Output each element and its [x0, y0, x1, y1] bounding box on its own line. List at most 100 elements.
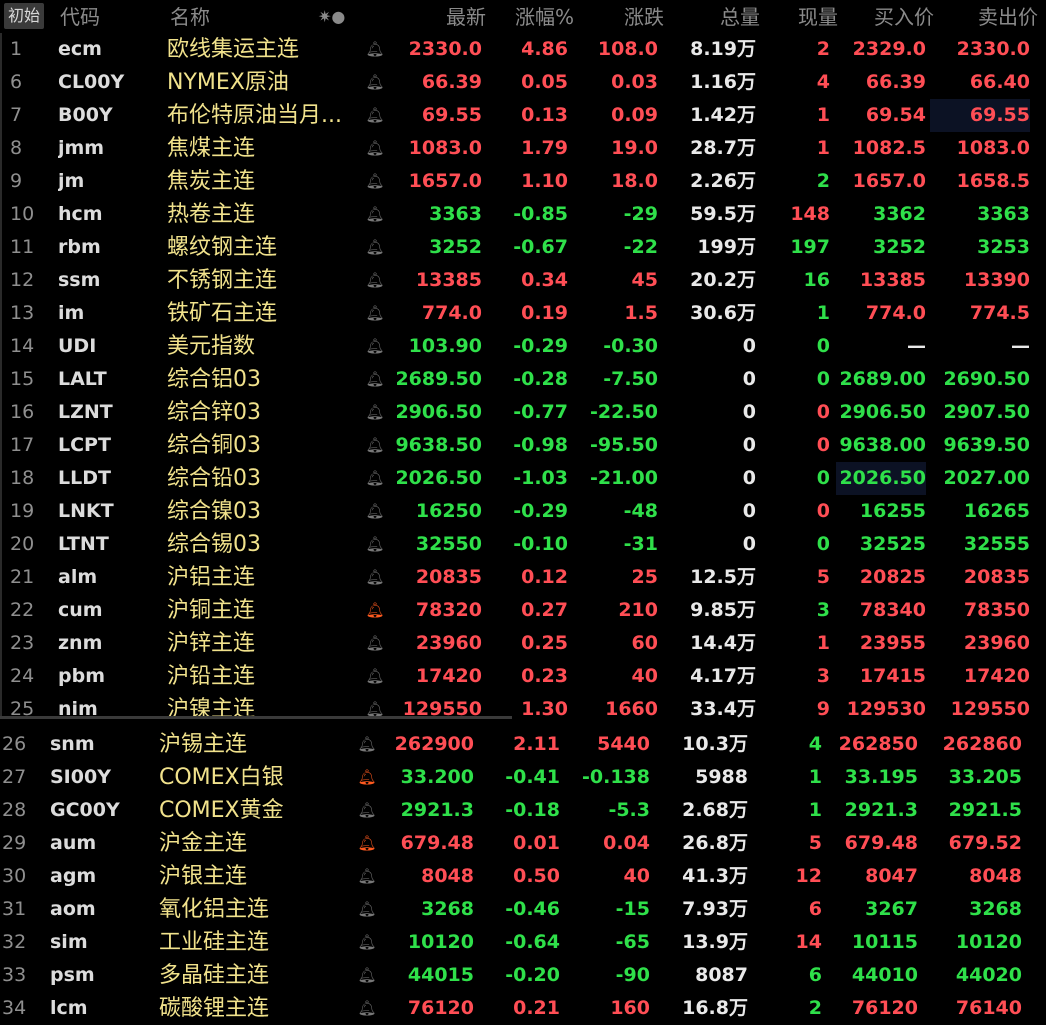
table-row[interactable]: 15 LALT 综合铝03 2689.50 -0.28 -7.50 0 0 2689.00 269…	[0, 363, 1046, 396]
table-row[interactable]: 1 ecm 欧线集运主连 2330.0 4.86 108.0 8.19万 2 2329.0 233…	[0, 33, 1046, 66]
header-last[interactable]: 最新	[380, 0, 486, 33]
table-row[interactable]: 24 pbm 沪铅主连 17420 0.23 40 4.17万 3 17415 17420 🔔︎	[0, 660, 1046, 693]
bell-icon[interactable]: 🔔︎	[356, 926, 378, 959]
bell-icon[interactable]: 🔔︎	[364, 264, 386, 297]
bell-icon[interactable]: 🔔︎	[364, 99, 386, 132]
table-row[interactable]: 34 lcm 碳酸锂主连 76120 0.21 160 16.8万 2 76120 76140 🔔︎	[0, 992, 1046, 1025]
bell-icon[interactable]: 🔔︎	[364, 363, 386, 396]
table-row[interactable]: 12 ssm 不锈钢主连 13385 0.34 45 20.2万 16 13385 13390 🔔︎	[0, 264, 1046, 297]
row-chg: 0.04	[603, 832, 650, 854]
row-pct: -0.98	[513, 434, 568, 456]
row-pct: 0.05	[521, 71, 568, 93]
bell-icon[interactable]: 🔔︎	[364, 693, 386, 726]
table-row[interactable]: 7 B00Y 布伦特原油当月... 69.55 0.13 0.09 1.42万 1 69.54 6…	[0, 99, 1046, 132]
table-row[interactable]: 22 cum 沪铜主连 78320 0.27 210 9.85万 3 78340 78350 🔔︎	[0, 594, 1046, 627]
bell-icon[interactable]: 🔔︎	[364, 198, 386, 231]
row-cur: 6	[808, 898, 822, 920]
row-vol: 26.8万	[682, 832, 748, 854]
row-name: NYMEX原油	[167, 70, 289, 95]
row-pct: 0.34	[521, 269, 568, 291]
bell-icon[interactable]: 🔔︎	[356, 893, 378, 926]
bell-icon[interactable]: 🔔︎	[364, 594, 386, 627]
row-ask: 2907.50	[943, 401, 1030, 423]
row-ask: 2921.5	[948, 799, 1022, 821]
table-row[interactable]: 28 GC00Y COMEX黄金 2921.3 -0.18 -5.3 2.68万 1 2921.…	[0, 794, 1046, 827]
table-row[interactable]: 32 sim 工业硅主连 10120 -0.64 -65 13.9万 14 10115 10120…	[0, 926, 1046, 959]
table-row[interactable]: 25 nim 沪镍主连 129550 1.30 1660 33.4万 9 129530 12955…	[0, 693, 1046, 726]
bell-icon[interactable]: 🔔︎	[364, 660, 386, 693]
table-row[interactable]: 20 LTNT 综合锡03 32550 -0.10 -31 0 0 32525 32555 🔔︎	[0, 528, 1046, 561]
row-pct: -0.20	[505, 964, 560, 986]
bell-icon[interactable]: 🔔︎	[364, 627, 386, 660]
header-bid[interactable]: 买入价	[846, 0, 934, 33]
row-cur: 197	[790, 236, 830, 258]
bell-icon[interactable]: 🔔︎	[364, 132, 386, 165]
bell-icon[interactable]: 🔔︎	[356, 728, 378, 761]
table-row[interactable]: 14 UDI 美元指数 103.90 -0.29 -0.30 0 0 — — 🔔︎	[0, 330, 1046, 363]
row-chg: 108.0	[597, 38, 658, 60]
row-bid: 9638.00	[839, 434, 926, 456]
row-index: 16	[10, 401, 35, 423]
bell-icon[interactable]: 🔔︎	[356, 761, 378, 794]
init-button[interactable]: 初始	[4, 3, 45, 29]
bell-icon[interactable]: 🔔︎	[364, 495, 386, 528]
table-row[interactable]: 10 hcm 热卷主连 3363 -0.85 -29 59.5万 148 3362 3363 🔔︎	[0, 198, 1046, 231]
bell-icon[interactable]: 🔔︎	[364, 330, 386, 363]
header-name[interactable]: 名称	[170, 0, 290, 33]
table-row[interactable]: 17 LCPT 综合铜03 9638.50 -0.98 -95.50 0 0 9638.00 96…	[0, 429, 1046, 462]
bell-icon[interactable]: 🔔︎	[364, 561, 386, 594]
header-pct[interactable]: 涨幅%	[490, 0, 574, 33]
row-ask: 17420	[963, 665, 1030, 687]
row-bid: 2026.50	[836, 462, 926, 495]
row-code: cum	[58, 599, 103, 621]
table-row[interactable]: 11 rbm 螺纹钢主连 3252 -0.67 -22 199万 197 3252 3253 🔔︎	[0, 231, 1046, 264]
row-name: 沪铅主连	[167, 664, 256, 689]
header-ask[interactable]: 卖出价	[942, 0, 1038, 33]
bell-icon[interactable]: 🔔︎	[356, 794, 378, 827]
bell-icon[interactable]: 🔔︎	[364, 165, 386, 198]
bell-icon[interactable]: 🔔︎	[364, 462, 386, 495]
header-vol[interactable]: 总量	[670, 0, 760, 33]
row-cur: 4	[808, 733, 822, 755]
star-dot-icon[interactable]: ✷●	[318, 0, 358, 33]
table-row[interactable]: 19 LNKT 综合镍03 16250 -0.29 -48 0 0 16255 16265 🔔︎	[0, 495, 1046, 528]
row-code: LLDT	[58, 467, 111, 489]
header-cur[interactable]: 现量	[768, 0, 838, 33]
table-row[interactable]: 26 snm 沪锡主连 262900 2.11 5440 10.3万 4 262850 26286…	[0, 728, 1046, 761]
table-row[interactable]: 30 agm 沪银主连 8048 0.50 40 41.3万 12 8047 8048 🔔︎	[0, 860, 1046, 893]
table-row[interactable]: 21 alm 沪铝主连 20835 0.12 25 12.5万 5 20825 20835 🔔︎	[0, 561, 1046, 594]
bell-icon[interactable]: 🔔︎	[364, 231, 386, 264]
bell-icon[interactable]: 🔔︎	[356, 827, 378, 860]
row-bid: 1657.0	[852, 170, 926, 192]
table-row[interactable]: 6 CL00Y NYMEX原油 66.39 0.05 0.03 1.16万 4 66.39 66.…	[0, 66, 1046, 99]
bell-icon[interactable]: 🔔︎	[356, 959, 378, 992]
table-row[interactable]: 27 SI00Y COMEX白银 33.200 -0.41 -0.138 5988 1 33.1…	[0, 761, 1046, 794]
table-row[interactable]: 16 LZNT 综合锌03 2906.50 -0.77 -22.50 0 0 2906.50 29…	[0, 396, 1046, 429]
table-row[interactable]: 9 jm 焦炭主连 1657.0 1.10 18.0 2.26万 2 1657.0 1658.5 🔔…	[0, 165, 1046, 198]
table-row[interactable]: 31 aom 氧化铝主连 3268 -0.46 -15 7.93万 6 3267 3268 🔔︎	[0, 893, 1046, 926]
row-name: 美元指数	[167, 334, 256, 359]
table-row[interactable]: 23 znm 沪锌主连 23960 0.25 60 14.4万 1 23955 23960 🔔︎	[0, 627, 1046, 660]
row-last: 17420	[415, 665, 482, 687]
bell-icon[interactable]: 🔔︎	[364, 297, 386, 330]
table-row[interactable]: 29 aum 沪金主连 679.48 0.01 0.04 26.8万 5 679.48 679.5…	[0, 827, 1046, 860]
header-chg[interactable]: 涨跌	[580, 0, 664, 33]
row-ask: 262860	[942, 733, 1022, 755]
row-index: 21	[10, 566, 35, 588]
bell-icon[interactable]: 🔔︎	[356, 992, 378, 1025]
bell-icon[interactable]: 🔔︎	[364, 33, 386, 66]
bell-icon[interactable]: 🔔︎	[364, 429, 386, 462]
bell-icon[interactable]: 🔔︎	[364, 396, 386, 429]
header-code[interactable]: 代码	[60, 0, 150, 33]
bell-icon[interactable]: 🔔︎	[364, 66, 386, 99]
table-row[interactable]: 8 jmm 焦煤主连 1083.0 1.79 19.0 28.7万 1 1082.5 1083.0…	[0, 132, 1046, 165]
row-chg: -95.50	[590, 434, 658, 456]
table-row[interactable]: 18 LLDT 综合铅03 2026.50 -1.03 -21.00 0 0 2026.50 20…	[0, 462, 1046, 495]
table-row[interactable]: 33 psm 多晶硅主连 44015 -0.20 -90 8087 6 44010 44020 🔔︎	[0, 959, 1046, 992]
bell-icon[interactable]: 🔔︎	[356, 860, 378, 893]
row-chg: 18.0	[611, 170, 658, 192]
row-chg: 0.03	[611, 71, 658, 93]
bell-icon[interactable]: 🔔︎	[364, 528, 386, 561]
table-row[interactable]: 13 im 铁矿石主连 774.0 0.19 1.5 30.6万 1 774.0 774.5 🔔︎	[0, 297, 1046, 330]
row-index: 32	[2, 931, 27, 953]
